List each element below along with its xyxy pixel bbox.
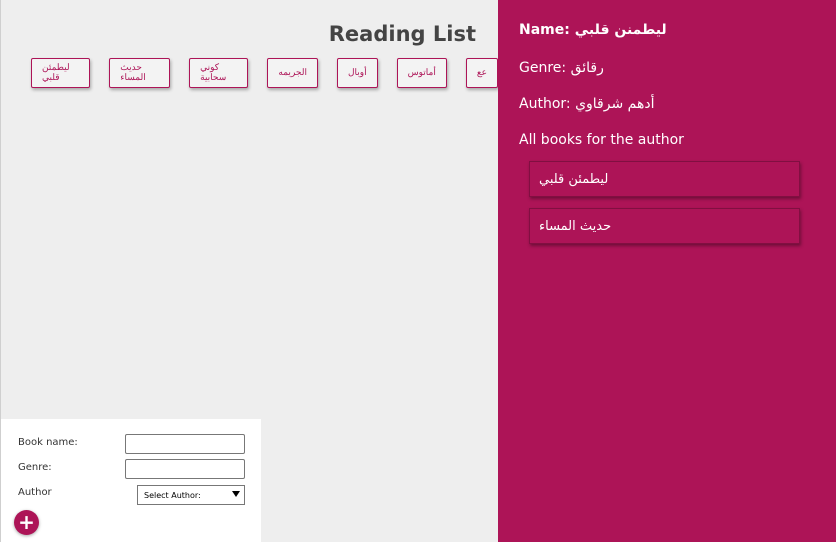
- book-item[interactable]: ليطمئن قلبي: [31, 58, 91, 88]
- book-item[interactable]: أماتوس: [396, 58, 447, 88]
- book-item[interactable]: عع: [465, 58, 498, 88]
- author-label: Author: [18, 487, 52, 498]
- book-list: عع أماتوس أوبال الجريمه كوني سحابية حديث…: [31, 58, 498, 88]
- book-list-panel: Reading List عع أماتوس أوبال الجريمه كون…: [0, 0, 498, 542]
- author-select-value: Select Author:: [144, 490, 201, 500]
- author-select[interactable]: Select Author:: [137, 485, 245, 505]
- book-item[interactable]: أوبال: [336, 58, 378, 88]
- book-item[interactable]: حديث المساء: [109, 58, 171, 88]
- book-detail-genre: Genre: رقائق: [519, 60, 604, 76]
- genre-input[interactable]: [125, 459, 245, 479]
- author-books-heading: All books for the author: [519, 132, 684, 148]
- book-detail-author: Author: أدهم شرقاوي: [519, 96, 655, 112]
- book-name-input[interactable]: [125, 434, 245, 454]
- author-book-item[interactable]: ليطمئن قلبي: [529, 161, 800, 197]
- author-book-item[interactable]: حديث المساء: [529, 208, 800, 244]
- book-detail-name: Name: ليطمنن قلبي: [519, 22, 667, 38]
- add-book-button[interactable]: +: [14, 510, 39, 535]
- add-book-form: Book name: Genre: Author Select Author: …: [1, 419, 261, 542]
- book-item[interactable]: كوني سحابية: [189, 58, 249, 88]
- genre-label: Genre:: [18, 462, 52, 473]
- book-item[interactable]: الجريمه: [267, 58, 318, 88]
- chevron-down-icon: [232, 491, 240, 497]
- book-details-panel: Name: ليطمنن قلبي Genre: رقائق Author: أ…: [498, 0, 836, 542]
- page-title: Reading List: [328, 22, 476, 46]
- book-name-label: Book name:: [18, 437, 78, 448]
